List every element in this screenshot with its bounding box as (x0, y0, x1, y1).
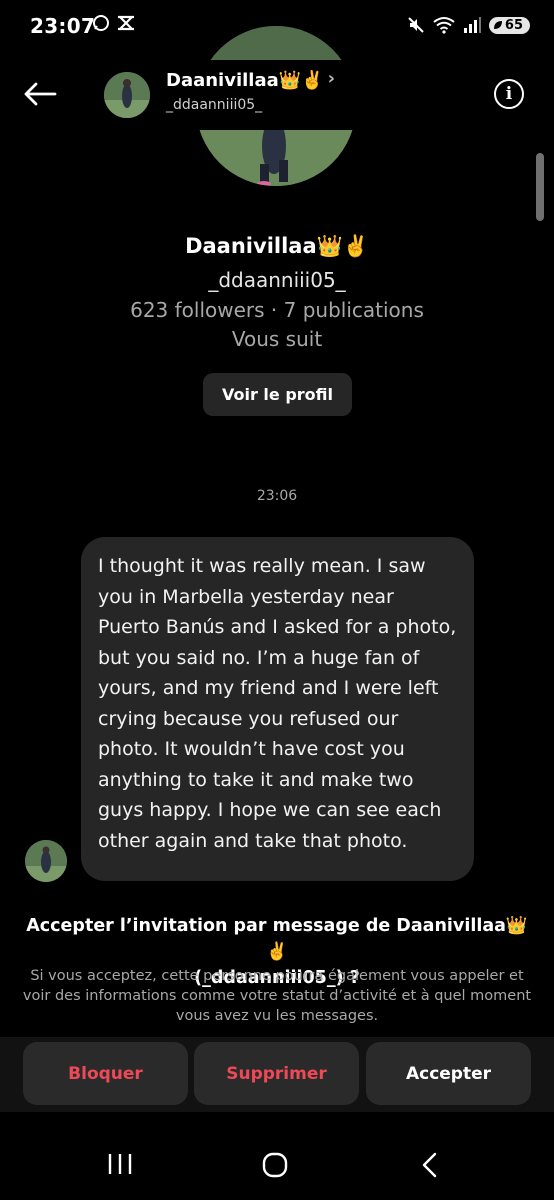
header-avatar[interactable] (104, 72, 150, 118)
profile-username: _ddaanniii05_ (208, 268, 346, 292)
profile-stats: 623 followers · 7 publications (130, 298, 424, 322)
invitation-title-line1: Accepter l’invitation par message de Daa… (26, 916, 528, 962)
block-button[interactable]: Bloquer (23, 1042, 188, 1105)
invitation-description: Si vous acceptez, cette personne pourra … (22, 968, 532, 1024)
mute-icon (408, 17, 424, 33)
back-button[interactable] (20, 74, 60, 114)
delete-button[interactable]: Supprimer (194, 1042, 359, 1105)
battery-indicator: 65 (488, 16, 530, 34)
home-icon (262, 1152, 288, 1178)
profile-name: Daanivillaa👑✌️ (185, 234, 369, 258)
home-button[interactable] (261, 1151, 289, 1183)
scrollbar[interactable] (536, 153, 544, 221)
arrow-left-icon (24, 82, 57, 106)
signal-icon (463, 17, 481, 33)
back-icon (422, 1152, 437, 1178)
status-time: 23:07 (30, 14, 96, 38)
follows-you-label: Vous suit (231, 327, 323, 351)
info-icon: i (505, 84, 513, 104)
view-profile-button[interactable]: Voir le profil (203, 373, 352, 416)
battery-saver-icon (493, 21, 502, 29)
chat-bubble-icon (93, 15, 109, 31)
info-button[interactable]: i (494, 79, 524, 109)
nav-back-button[interactable] (420, 1151, 440, 1183)
status-right-icons: 65 (407, 16, 530, 34)
accept-button[interactable]: Accepter (366, 1042, 531, 1105)
sender-avatar-photo (25, 840, 67, 882)
wifi-icon (433, 17, 455, 34)
recents-button[interactable] (106, 1152, 134, 1180)
message-timestamp: 23:06 (256, 488, 298, 504)
avatar-photo (104, 72, 150, 118)
recents-icon (108, 1154, 132, 1174)
battery-level: 65 (504, 17, 523, 33)
chevron-right-icon: › (327, 68, 336, 89)
message-bubble[interactable]: I thought it was really mean. I saw you … (81, 537, 474, 881)
capcut-icon (118, 15, 134, 31)
sender-avatar[interactable] (25, 840, 67, 882)
header-name-text: Daanivillaa👑✌️ (166, 70, 324, 91)
status-left-icons (92, 14, 136, 32)
header-name[interactable]: Daanivillaa👑✌️ › (166, 68, 336, 91)
header-username: _ddaanniii05_ (166, 97, 263, 113)
